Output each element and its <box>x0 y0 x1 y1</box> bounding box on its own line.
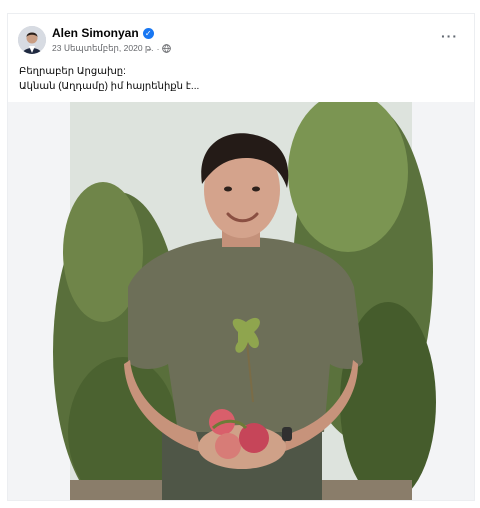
post-text-line-2: Ակնան (Աղդամը) իմ հայրենիքն է... <box>19 81 200 92</box>
post-header: Alen Simonyan ✓ 23 Սեպտեմբեր, 2020 թ. · … <box>8 14 474 102</box>
verified-badge-icon: ✓ <box>142 27 154 39</box>
post-text: Բեղրաբեր Արցախը: Ակնան (Աղդամը) իմ հայրե… <box>19 64 199 94</box>
author-avatar[interactable] <box>18 26 46 54</box>
ellipsis-icon[interactable]: ··· <box>441 29 458 43</box>
avatar-image <box>18 26 46 54</box>
author-name-row: Alen Simonyan ✓ <box>52 26 154 40</box>
photo-image <box>8 102 474 500</box>
post-date[interactable]: 23 Սեպտեմբեր, 2020 թ. <box>52 43 154 54</box>
post-text-line-1: Բեղրաբեր Արցախը: <box>19 66 126 77</box>
author-name[interactable]: Alen Simonyan <box>52 26 139 40</box>
globe-icon <box>162 44 172 53</box>
meta-separator: · <box>156 43 160 54</box>
post-photo[interactable] <box>8 102 474 500</box>
facebook-post: Alen Simonyan ✓ 23 Սեպտեմբեր, 2020 թ. · … <box>8 14 474 500</box>
post-meta: 23 Սեպտեմբեր, 2020 թ. · <box>52 43 172 54</box>
